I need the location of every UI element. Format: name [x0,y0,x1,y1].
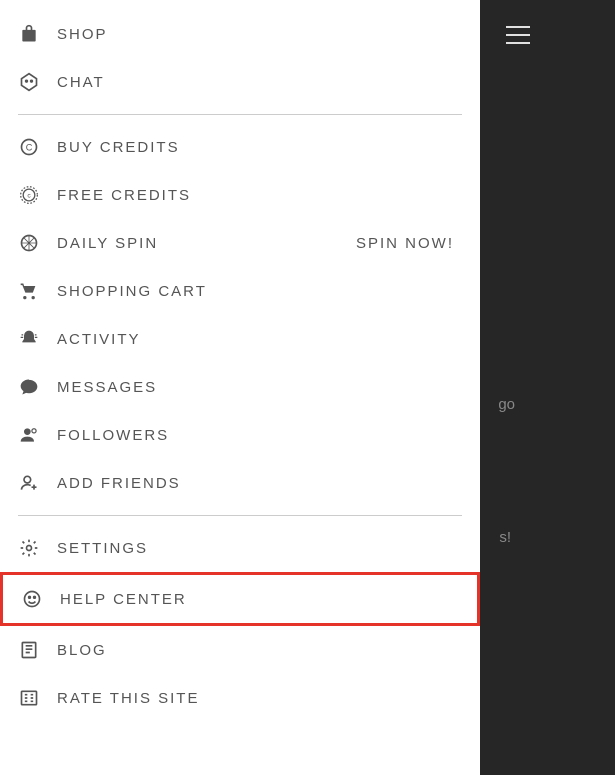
menu-label: SETTINGS [57,540,148,557]
sidebar-item-shopping-cart[interactable]: SHOPPING CART [0,267,480,315]
settings-icon [18,537,40,559]
menu-label: FREE CREDITS [57,187,191,204]
sidebar-item-rate-this-site[interactable]: RATE THIS SITE [0,674,480,722]
sidebar-item-activity[interactable]: ACTIVITY [0,315,480,363]
background-text-fragment: go [498,396,515,413]
svg-text:c: c [27,193,31,200]
daily-spin-icon [18,232,40,254]
sidebar-item-help-center[interactable]: HELP CENTER [0,572,480,626]
add-friends-icon [18,472,40,494]
menu-label: RATE THIS SITE [57,690,199,707]
messages-icon [18,376,40,398]
menu-label: BLOG [57,642,107,659]
sidebar-item-chat[interactable]: CHAT [0,58,480,106]
sidebar-item-buy-credits[interactable]: C BUY CREDITS [0,123,480,171]
dimmed-overlay[interactable]: go s! [480,0,615,775]
sidebar-item-followers[interactable]: FOLLOWERS [0,411,480,459]
help-icon [21,588,43,610]
menu-label: CHAT [57,74,105,91]
chat-icon [18,71,40,93]
menu-divider [18,515,462,516]
sidebar-item-messages[interactable]: MESSAGES [0,363,480,411]
menu-label: SHOPPING CART [57,283,207,300]
spin-now-badge: SPIN NOW! [356,235,454,252]
background-text-fragment: s! [499,529,511,546]
sidebar-menu: SHOP CHAT C BUY CREDITS c FREE CREDITS D… [0,0,480,775]
sidebar-item-add-friends[interactable]: ADD FRIENDS [0,459,480,507]
sidebar-item-blog[interactable]: BLOG [0,626,480,674]
menu-label: SHOP [57,26,108,43]
hamburger-menu-button[interactable] [506,26,530,44]
cart-icon [18,280,40,302]
sidebar-item-free-credits[interactable]: c FREE CREDITS [0,171,480,219]
sidebar-item-daily-spin[interactable]: DAILY SPIN SPIN NOW! [0,219,480,267]
menu-label: HELP CENTER [60,591,187,608]
menu-label: MESSAGES [57,379,157,396]
menu-label: FOLLOWERS [57,427,169,444]
followers-icon [18,424,40,446]
sidebar-item-settings[interactable]: SETTINGS [0,524,480,572]
rate-icon [18,687,40,709]
menu-label: ADD FRIENDS [57,475,181,492]
sidebar-item-shop[interactable]: SHOP [0,10,480,58]
menu-label: ACTIVITY [57,331,141,348]
menu-label: DAILY SPIN [57,235,158,252]
menu-label: BUY CREDITS [57,139,180,156]
svg-text:C: C [26,142,33,152]
shop-icon [18,23,40,45]
buy-credits-icon: C [18,136,40,158]
activity-icon [18,328,40,350]
blog-icon [18,639,40,661]
menu-divider [18,114,462,115]
free-credits-icon: c [18,184,40,206]
